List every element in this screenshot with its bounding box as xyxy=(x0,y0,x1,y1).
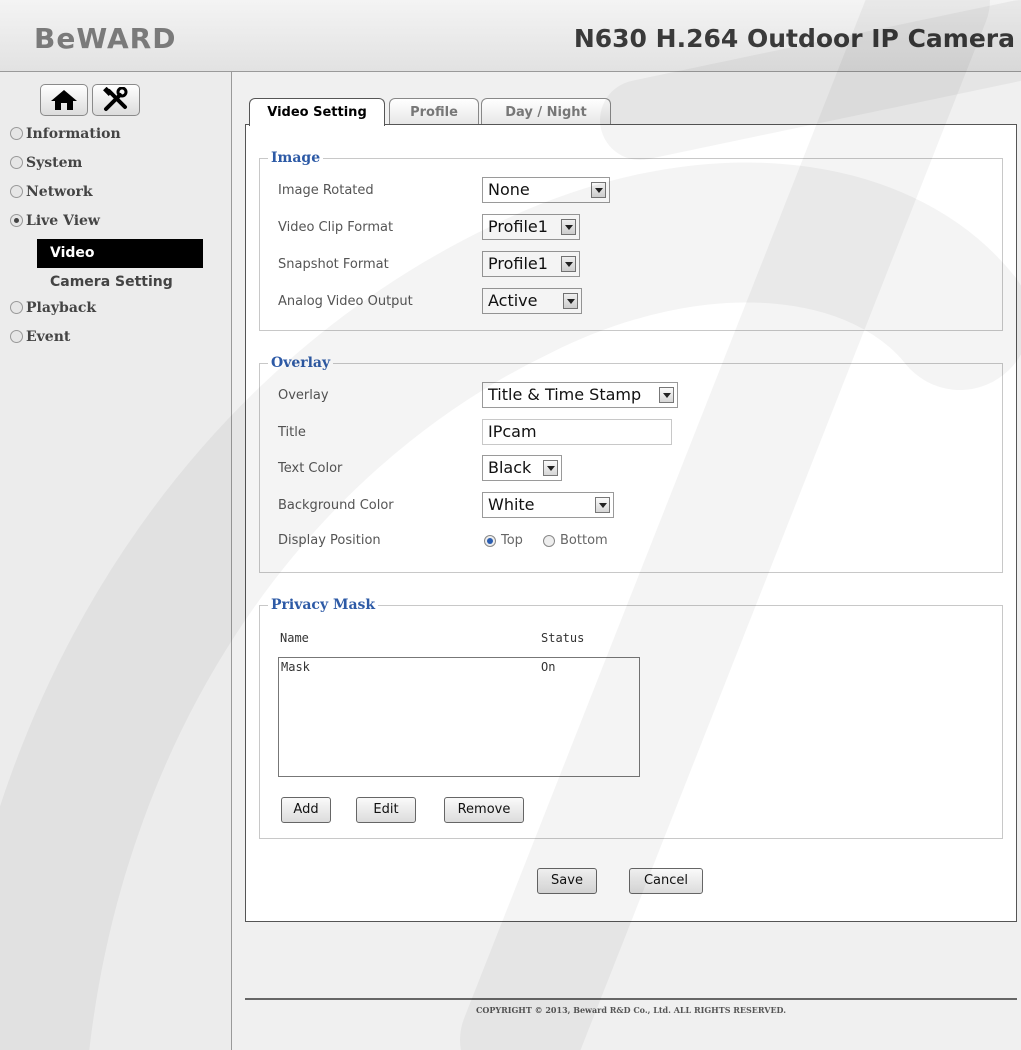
background-color-label: Background Color xyxy=(278,498,394,513)
chevron-down-icon xyxy=(591,182,606,198)
sidebar-item-live-view[interactable]: Live View xyxy=(0,210,232,239)
sidebar-item-network[interactable]: Network xyxy=(0,181,232,210)
header-bar: BeWARD N630 H.264 Outdoor IP Camera xyxy=(0,0,1021,72)
image-rotated-label: Image Rotated xyxy=(278,183,374,198)
overlay-label: Overlay xyxy=(278,388,329,403)
sidebar-item-system[interactable]: System xyxy=(0,152,232,181)
chevron-down-icon xyxy=(561,219,576,235)
position-top-label: Top xyxy=(501,533,523,548)
bullet-icon xyxy=(10,155,23,169)
tools-icon xyxy=(103,87,128,111)
overlay-select[interactable]: Title & Time Stamp xyxy=(482,382,678,408)
display-position-label: Display Position xyxy=(278,533,381,548)
snapshot-format-value: Profile1 xyxy=(488,254,548,273)
chevron-down-icon xyxy=(543,460,558,476)
mask-row-status: On xyxy=(541,660,556,674)
home-icon xyxy=(51,90,77,110)
analog-video-output-select[interactable]: Active xyxy=(482,288,582,314)
sidebar-item-label: Event xyxy=(26,329,71,345)
sidebar-item-label: System xyxy=(26,155,83,171)
sidebar-item-label: Playback xyxy=(26,300,97,316)
sidebar: Information System Network Live View Vid… xyxy=(0,72,232,1050)
home-button[interactable] xyxy=(40,84,88,116)
column-header-name: Name xyxy=(280,631,309,645)
chevron-down-icon xyxy=(561,256,576,272)
video-clip-format-label: Video Clip Format xyxy=(278,220,394,235)
edit-button[interactable]: Edit xyxy=(356,797,416,823)
position-bottom-radio[interactable] xyxy=(543,535,555,547)
position-bottom-label: Bottom xyxy=(560,533,608,548)
snapshot-format-label: Snapshot Format xyxy=(278,257,389,272)
video-clip-format-select[interactable]: Profile1 xyxy=(482,214,580,240)
footer-copyright: COPYRIGHT © 2013, Beward R&D Co., Ltd. A… xyxy=(476,1005,786,1015)
bullet-selected-icon xyxy=(10,213,23,227)
analog-video-output-label: Analog Video Output xyxy=(278,294,413,309)
sidebar-item-event[interactable]: Event xyxy=(0,326,232,355)
page-title: N630 H.264 Outdoor IP Camera xyxy=(573,24,1015,53)
sidebar-item-playback[interactable]: Playback xyxy=(0,297,232,326)
text-color-value: Black xyxy=(488,458,532,477)
save-button[interactable]: Save xyxy=(537,868,597,894)
privacy-mask-legend: Privacy Mask xyxy=(271,597,376,613)
mask-row-name[interactable]: Mask xyxy=(281,660,310,674)
remove-button[interactable]: Remove xyxy=(444,797,524,823)
tab-video-setting[interactable]: Video Setting xyxy=(249,98,385,126)
sidebar-item-label: Live View xyxy=(26,213,100,229)
image-rotated-select[interactable]: None xyxy=(482,177,610,203)
tab-profile[interactable]: Profile xyxy=(389,98,479,125)
bullet-icon xyxy=(10,300,23,314)
footer-divider xyxy=(245,998,1017,1000)
column-header-status: Status xyxy=(541,631,585,645)
sidebar-subitem-camera-setting[interactable]: Camera Setting xyxy=(37,268,203,297)
brand-logo: BeWARD xyxy=(34,22,177,55)
background-color-value: White xyxy=(488,495,535,514)
snapshot-format-select[interactable]: Profile1 xyxy=(482,251,580,277)
bullet-icon xyxy=(10,126,23,140)
text-color-label: Text Color xyxy=(278,461,343,476)
cancel-button[interactable]: Cancel xyxy=(629,868,703,894)
chevron-down-icon xyxy=(595,497,610,513)
title-label: Title xyxy=(278,425,306,440)
text-color-select[interactable]: Black xyxy=(482,455,562,481)
image-section-legend: Image xyxy=(271,150,321,166)
sidebar-subitem-video[interactable]: Video xyxy=(37,239,203,268)
chevron-down-icon xyxy=(659,387,674,403)
position-top-radio[interactable] xyxy=(484,535,496,547)
bullet-icon xyxy=(10,184,23,198)
privacy-mask-list[interactable] xyxy=(278,657,640,777)
image-rotated-value: None xyxy=(488,180,530,199)
title-input[interactable]: IPcam xyxy=(482,419,672,445)
sidebar-item-label: Information xyxy=(26,126,121,142)
video-clip-format-value: Profile1 xyxy=(488,217,548,236)
sidebar-item-label: Network xyxy=(26,184,93,200)
chevron-down-icon xyxy=(563,293,578,309)
analog-video-output-value: Active xyxy=(488,291,538,310)
background-color-select[interactable]: White xyxy=(482,492,614,518)
bullet-icon xyxy=(10,329,23,343)
settings-button[interactable] xyxy=(92,84,140,116)
overlay-section-legend: Overlay xyxy=(271,355,331,371)
tab-day-night[interactable]: Day / Night xyxy=(481,98,611,125)
sidebar-item-information[interactable]: Information xyxy=(0,123,232,152)
sidebar-nav: Information System Network Live View Vid… xyxy=(0,123,232,355)
add-button[interactable]: Add xyxy=(281,797,331,823)
overlay-value: Title & Time Stamp xyxy=(488,385,642,404)
